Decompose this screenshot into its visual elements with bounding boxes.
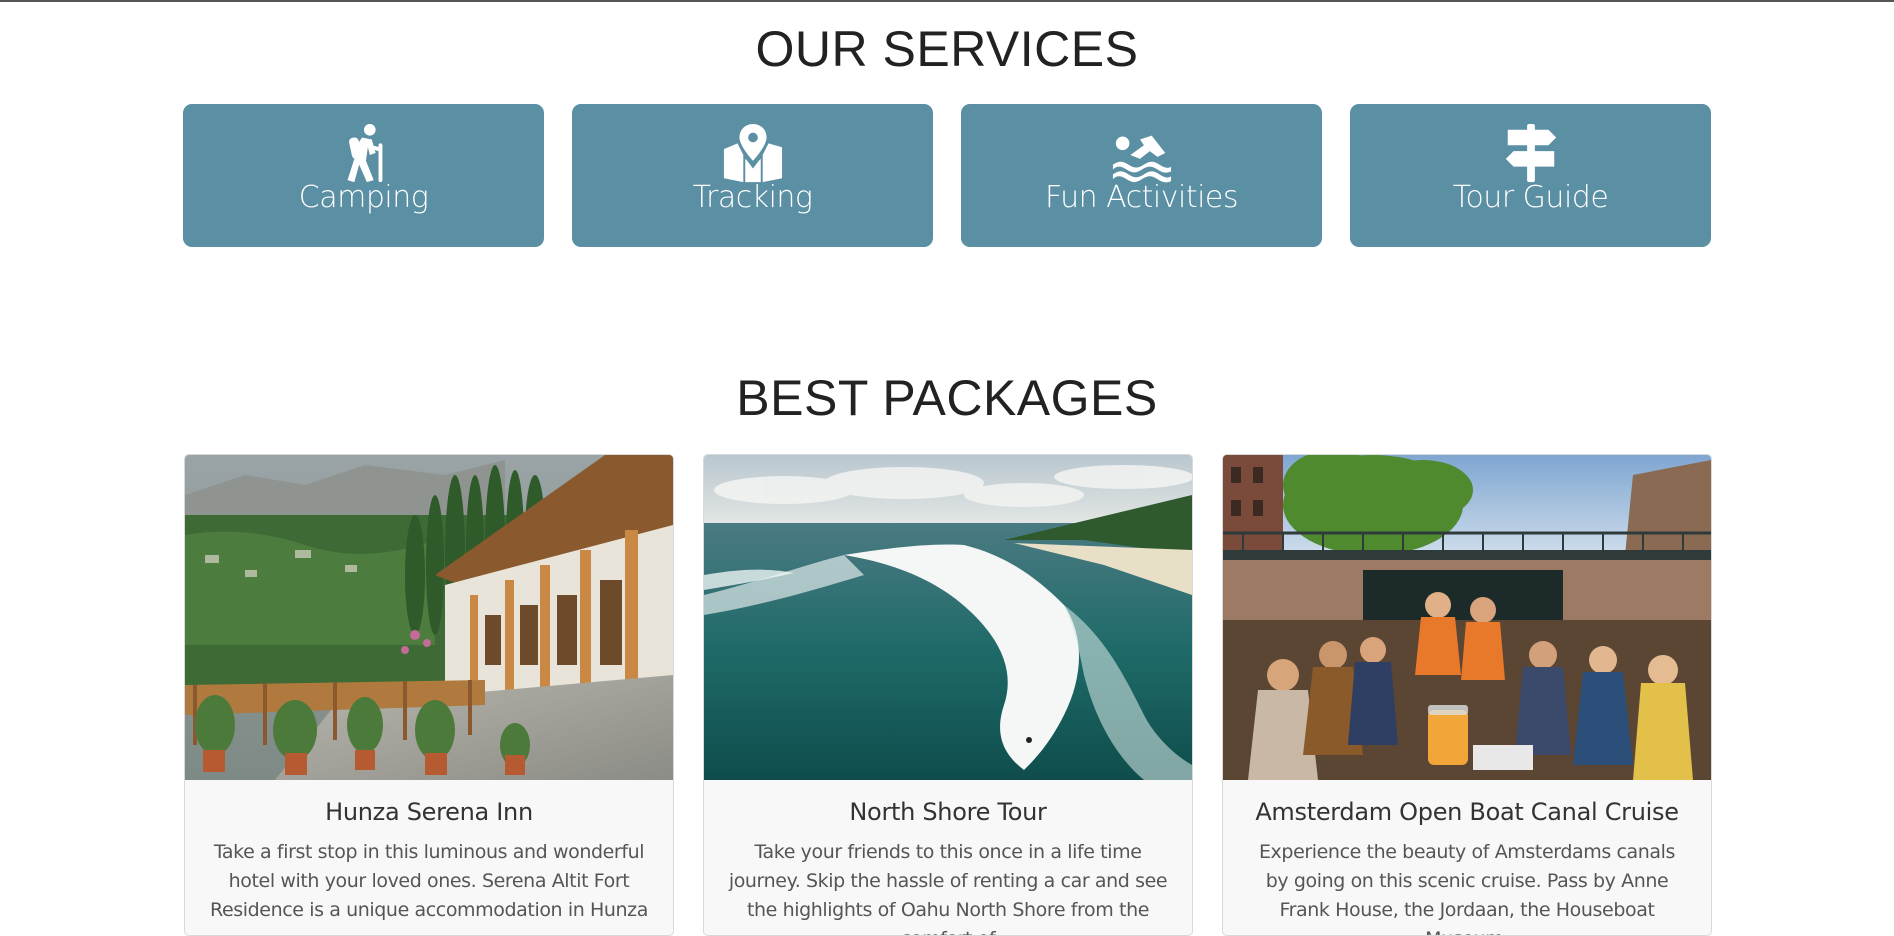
- service-label: Fun Activities: [1044, 180, 1239, 215]
- package-title: Amsterdam Open Boat Canal Cruise: [1255, 798, 1679, 826]
- service-label: Tracking: [692, 180, 813, 215]
- hiking-icon: [332, 121, 396, 185]
- packages-heading: BEST PACKAGES: [736, 370, 1158, 426]
- service-label: Camping: [298, 180, 429, 215]
- package-description: Take a first stop in this luminous and w…: [210, 841, 648, 921]
- service-card-tour-guide[interactable]: Tour Guide: [1350, 104, 1711, 247]
- package-card-north-shore[interactable]: North Shore Tour Take your friends to th…: [703, 454, 1193, 936]
- package-card-amsterdam[interactable]: Amsterdam Open Boat Canal Cruise Experie…: [1222, 454, 1712, 936]
- hotel-veranda-mountains-photo: [185, 455, 673, 780]
- ocean-surf-aerial-photo: [704, 455, 1192, 780]
- map-marked-icon: [721, 121, 785, 185]
- package-title: North Shore Tour: [849, 798, 1047, 826]
- packages-grid: Hunza Serena Inn Take a first stop in th…: [184, 454, 1712, 936]
- package-description: Experience the beauty of Amsterdams cana…: [1258, 841, 1676, 935]
- services-heading: OUR SERVICES: [755, 21, 1139, 77]
- signpost-icon: [1499, 121, 1563, 185]
- swimmer-icon: [1110, 121, 1174, 185]
- service-card-camping[interactable]: Camping: [183, 104, 544, 247]
- package-description: Take your friends to this once in a life…: [728, 841, 1168, 935]
- service-card-tracking[interactable]: Tracking: [572, 104, 933, 247]
- service-card-fun-activities[interactable]: Fun Activities: [961, 104, 1322, 247]
- package-title: Hunza Serena Inn: [325, 798, 533, 826]
- top-border: [0, 0, 1894, 2]
- package-card-hunza[interactable]: Hunza Serena Inn Take a first stop in th…: [184, 454, 674, 936]
- service-label: Tour Guide: [1452, 180, 1609, 215]
- canal-boat-party-photo: [1223, 455, 1711, 780]
- services-grid: Camping Tracking Fun Activities Tour Gui…: [183, 104, 1711, 247]
